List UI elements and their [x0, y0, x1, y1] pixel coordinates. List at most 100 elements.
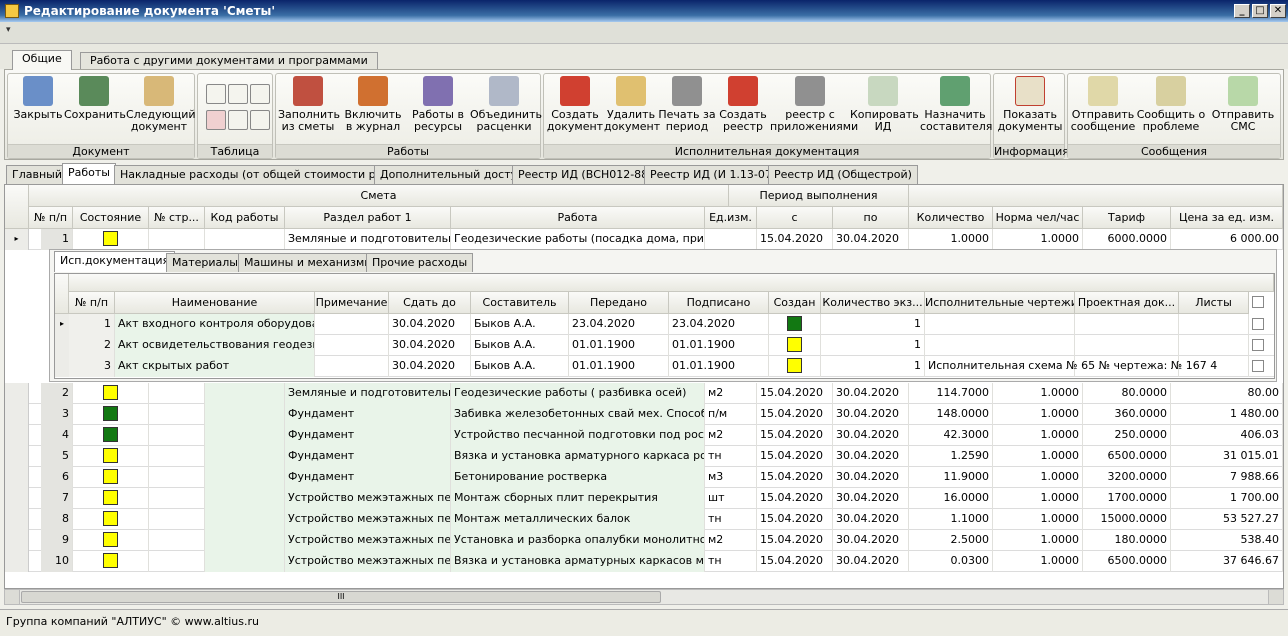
cell-state[interactable] — [73, 425, 149, 446]
cell-from[interactable]: 15.04.2020 — [757, 509, 833, 530]
detail-cell-due[interactable]: 30.04.2020 — [389, 314, 471, 335]
cell-work[interactable]: Геодезические работы ( разбивка осей) — [451, 383, 705, 404]
cell-n[interactable]: 1 — [41, 229, 73, 250]
column-header-n[interactable]: № п/п — [29, 207, 73, 229]
cell-section[interactable]: Устройство межэтажных перек — [285, 509, 451, 530]
table-row[interactable]: 5 Фундамент Вязка и установка арматурного … — [5, 446, 1283, 467]
cell-from[interactable]: 15.04.2020 — [757, 404, 833, 425]
close-button[interactable]: ✕ — [1270, 4, 1286, 18]
cell-section[interactable]: Устройство межэтажных перек — [285, 530, 451, 551]
detail-cell-sent[interactable]: 01.01.1900 — [569, 335, 669, 356]
cell-tariff[interactable]: 250.0000 — [1083, 425, 1171, 446]
table-row[interactable]: 8 Устройство межэтажных перекМонтаж метал… — [5, 509, 1283, 530]
detail-cell-sheets[interactable] — [1179, 335, 1249, 356]
cell-str[interactable] — [149, 509, 205, 530]
create-register-button[interactable]: Создать реестр — [716, 76, 770, 133]
cell-norm[interactable]: 1.0000 — [993, 229, 1083, 250]
column-header-section[interactable]: Раздел работ 1 — [285, 207, 451, 229]
cell-tariff[interactable]: 180.0000 — [1083, 530, 1171, 551]
cell-norm[interactable]: 1.0000 — [993, 467, 1083, 488]
cell-state[interactable] — [73, 383, 149, 404]
cell-unit[interactable]: м2 — [705, 383, 757, 404]
detail-cell-created[interactable] — [769, 314, 821, 335]
cell-price[interactable]: 406.03 — [1171, 425, 1283, 446]
detail-cell-project[interactable] — [1075, 314, 1179, 335]
detail-cell-count[interactable]: 1 — [821, 335, 925, 356]
cell-code[interactable] — [205, 509, 285, 530]
cell-unit[interactable] — [705, 229, 757, 250]
detail-row-indicator[interactable] — [55, 356, 69, 377]
cell-unit[interactable]: м2 — [705, 425, 757, 446]
cell-code[interactable] — [205, 404, 285, 425]
cell-state[interactable] — [73, 229, 149, 250]
detail-header-drawings[interactable]: Исполнительные чертежи... — [925, 292, 1075, 314]
detail-cell-count[interactable]: 1 — [821, 356, 925, 377]
row-checkbox[interactable] — [1252, 360, 1264, 372]
cell-qty[interactable]: 11.9000 — [909, 467, 993, 488]
cell-state[interactable] — [73, 551, 149, 572]
detail-cell-name[interactable]: Акт входного контроля оборудова... — [115, 314, 315, 335]
cell-state[interactable] — [73, 509, 149, 530]
cell-from[interactable]: 15.04.2020 — [757, 229, 833, 250]
row-indicator[interactable] — [5, 446, 29, 467]
row-indicator[interactable]: ▸ — [5, 229, 29, 250]
cell-section[interactable]: Устройство межэтажных перек — [285, 551, 451, 572]
cell-work[interactable]: Устройство песчанной подготовки под рост… — [451, 425, 705, 446]
tab-registry-i113[interactable]: Реестр ИД (И 1.13-07) — [644, 165, 783, 184]
send-message-button[interactable]: Отправить сообщение — [1070, 76, 1136, 133]
row-indicator[interactable] — [5, 509, 29, 530]
maximize-button[interactable]: □ — [1252, 4, 1268, 18]
fill-from-estimate-button[interactable]: Заполнить из сметы — [278, 76, 340, 133]
scroll-thumb[interactable]: III — [21, 591, 661, 603]
cell-qty[interactable]: 114.7000 — [909, 383, 993, 404]
cell-code[interactable] — [205, 530, 285, 551]
detail-header-note[interactable]: Примечание — [315, 292, 389, 314]
copy-id-button[interactable]: Копировать ИД — [850, 76, 919, 133]
cell-qty[interactable]: 2.5000 — [909, 530, 993, 551]
column-header-unit[interactable]: Ед.изм. — [705, 207, 757, 229]
detail-cell-signed[interactable]: 01.01.1900 — [669, 335, 769, 356]
table-row[interactable]: ▸ 1 Земляные и подготовительн... Геодезичес… — [5, 229, 1283, 250]
cell-str[interactable] — [149, 383, 205, 404]
close-doc-button[interactable]: Закрыть — [10, 76, 66, 121]
search-icon[interactable] — [55, 274, 69, 314]
scroll-right-arrow[interactable] — [1268, 590, 1283, 604]
detail-cell-note[interactable] — [315, 314, 389, 335]
tab-registry-obshchestroy[interactable]: Реестр ИД (Общестрой) — [768, 165, 918, 184]
cell-work[interactable]: Вязка и установка арматурных каркасов мо… — [451, 551, 705, 572]
cell-n[interactable]: 2 — [41, 383, 73, 404]
add-row-icon[interactable] — [206, 84, 226, 104]
detail-cell-drawings[interactable] — [925, 335, 1075, 356]
detail-cell-due[interactable]: 30.04.2020 — [389, 335, 471, 356]
table-row[interactable]: 9 Устройство межэтажных перекУстановка и … — [5, 530, 1283, 551]
detail-cell-due[interactable]: 30.04.2020 — [389, 356, 471, 377]
cell-from[interactable]: 15.04.2020 — [757, 425, 833, 446]
tab-works[interactable]: Работы — [62, 163, 116, 184]
cell-tariff[interactable]: 1700.0000 — [1083, 488, 1171, 509]
register-attachments-button[interactable]: реестр с приложениями — [770, 76, 858, 133]
cell-code[interactable] — [205, 488, 285, 509]
cell-to[interactable]: 30.04.2020 — [833, 404, 909, 425]
delete-document-button[interactable]: Удалить документ — [604, 76, 660, 133]
cell-from[interactable]: 15.04.2020 — [757, 530, 833, 551]
detail-cell-n[interactable]: 1 — [69, 314, 115, 335]
detail-tab-exec-docs[interactable]: Исп.документация — [54, 251, 176, 272]
cell-tariff[interactable]: 3200.0000 — [1083, 467, 1171, 488]
detail-cell-n[interactable]: 2 — [69, 335, 115, 356]
cell-norm[interactable]: 1.0000 — [993, 404, 1083, 425]
row-indicator[interactable] — [5, 425, 29, 446]
detail-header-due[interactable]: Сдать до — [389, 292, 471, 314]
detail-cell-signed[interactable]: 23.04.2020 — [669, 314, 769, 335]
column-header-state[interactable]: Состояние — [73, 207, 149, 229]
row-indicator[interactable] — [5, 383, 29, 404]
detail-cell-name[interactable]: Акт освидетельствования геодезичес — [115, 335, 315, 356]
detail-cell-project[interactable] — [1075, 335, 1179, 356]
cell-to[interactable]: 30.04.2020 — [833, 530, 909, 551]
cell-qty[interactable]: 148.0000 — [909, 404, 993, 425]
cell-unit[interactable]: тн — [705, 551, 757, 572]
cell-n[interactable]: 7 — [41, 488, 73, 509]
detail-cell-name[interactable]: Акт скрытых работ — [115, 356, 315, 377]
cell-to[interactable]: 30.04.2020 — [833, 551, 909, 572]
cell-state[interactable] — [73, 530, 149, 551]
cell-qty[interactable]: 1.2590 — [909, 446, 993, 467]
